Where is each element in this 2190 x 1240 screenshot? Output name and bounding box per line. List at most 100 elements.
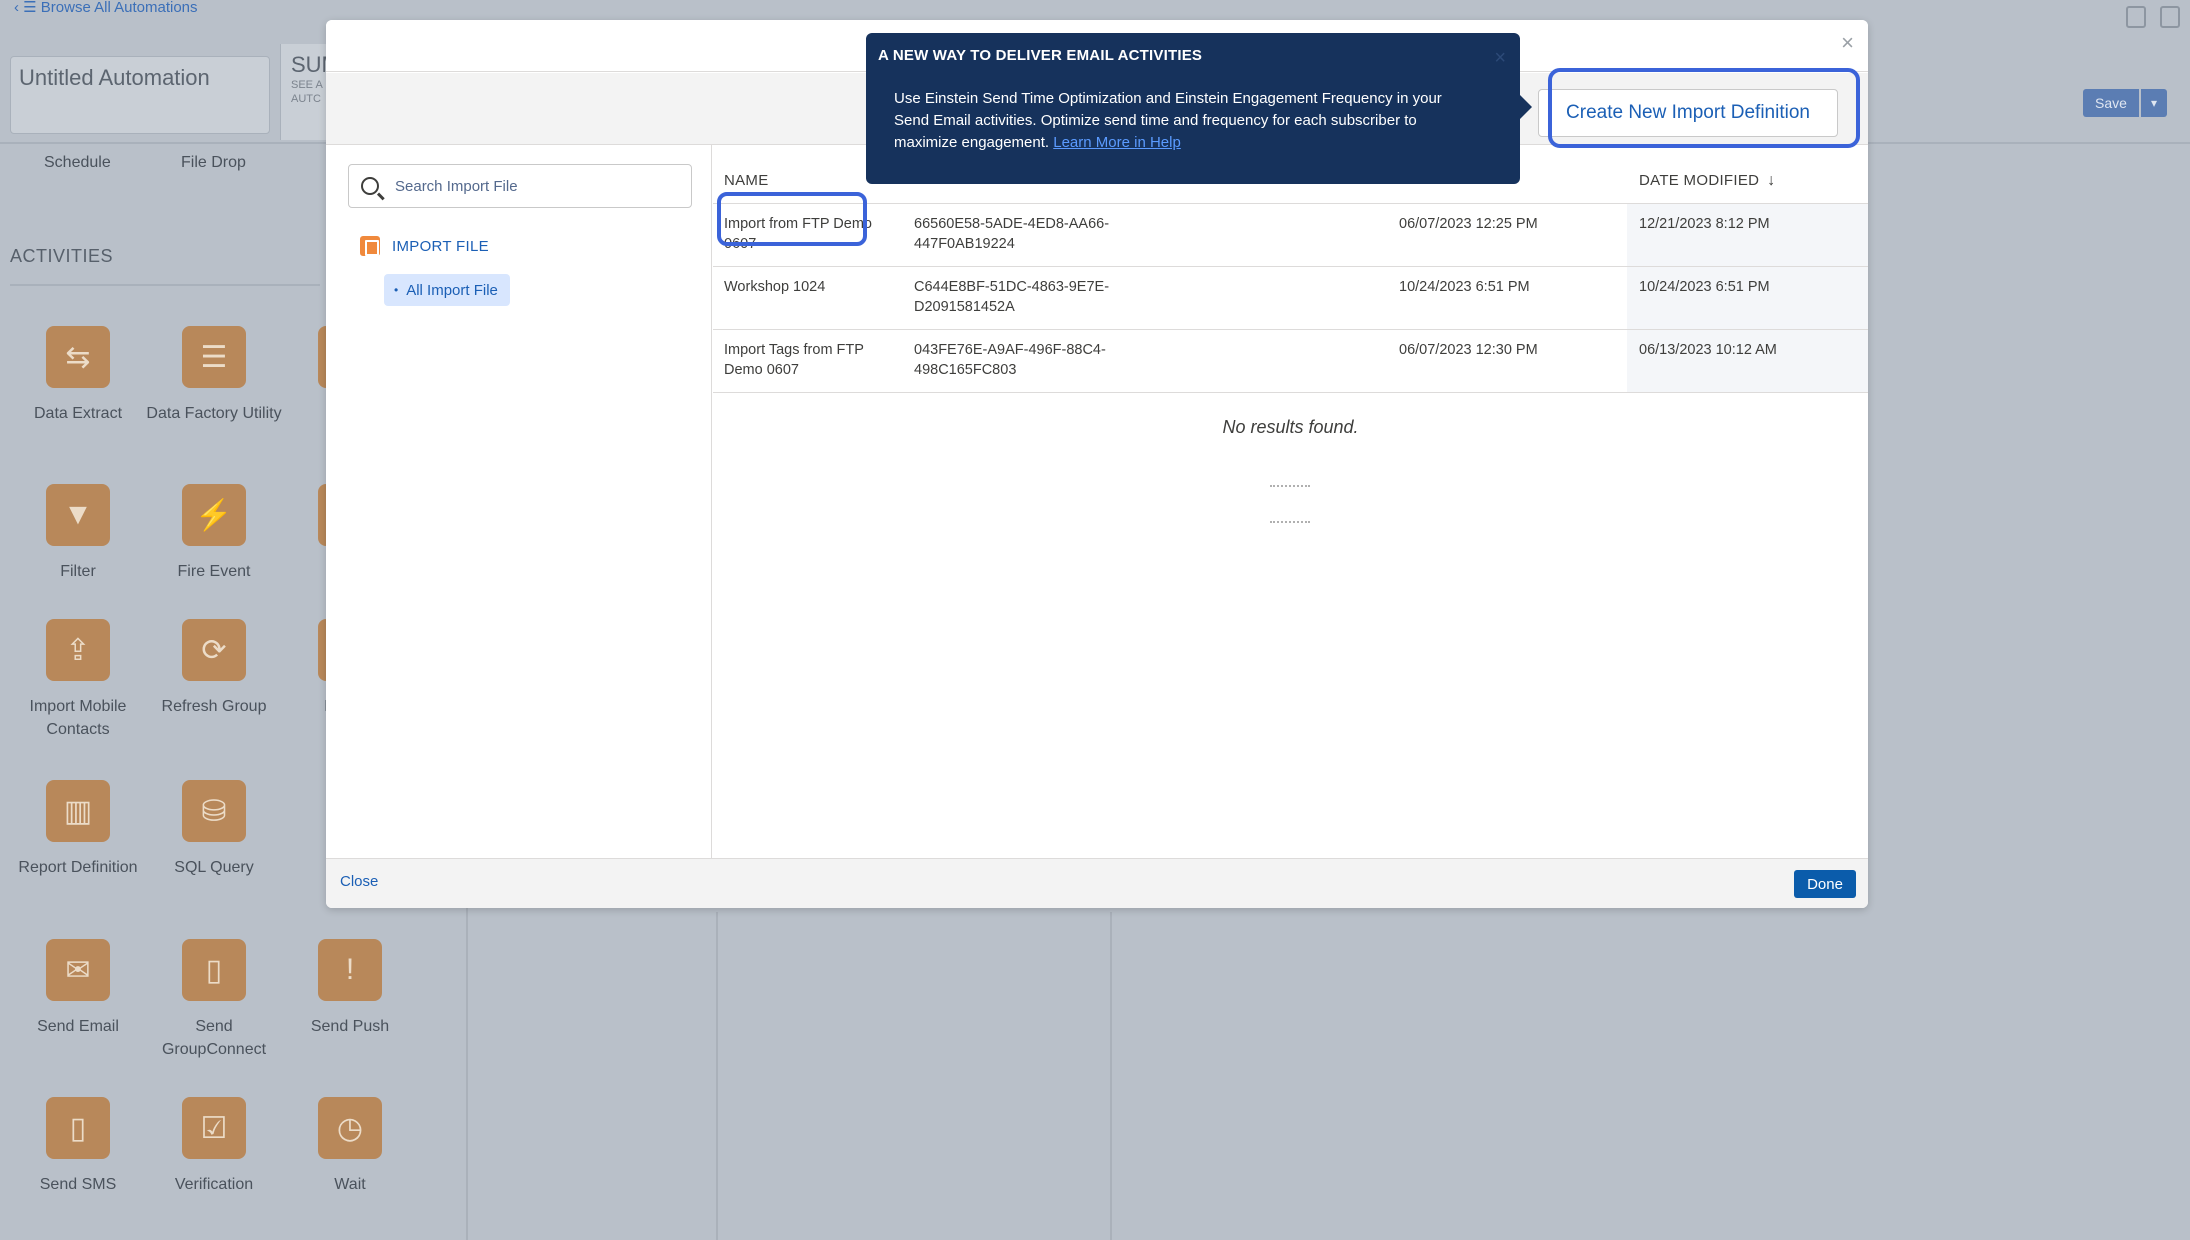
activity-label: Data Extract [33,405,123,422]
activity-label: Send Email [37,1018,119,1035]
activity-label: Import Mobile Contacts [29,698,127,738]
tab-schedule[interactable]: Schedule [44,154,111,172]
close-icon[interactable]: × [1841,30,1854,56]
column-header-label: DATE MODIFIED [1639,172,1760,189]
canvas-column-divider [1110,912,1112,1240]
cell-name[interactable]: Import Tags from FTP Demo 0607 [724,340,899,380]
sql-query-icon: ⛁ [182,780,246,842]
send-sms-icon: ▯ [46,1097,110,1159]
cell-external-key: 043FE76E-A9AF-496F-88C4-498C165FC803 [914,342,1106,378]
wait-icon: ◷ [318,1097,382,1159]
table-row[interactable]: Import Tags from FTP Demo 0607 043FE76E-… [713,330,1868,393]
search-input[interactable]: Search Import File [348,164,692,208]
search-icon [361,177,379,195]
import-definitions-table: NAME DATE MODIFIED ↓ Import from FTP Demo… [713,145,1868,858]
folder-all-import-file[interactable]: • All Import File [384,274,510,306]
activity-import-mobile-contacts[interactable]: ⇪ Import Mobile Contacts [10,619,146,741]
save-dropdown-button[interactable]: ▾ [2141,89,2167,117]
cell-date-modified: 10/24/2023 6:51 PM [1639,279,1770,295]
activity-filter[interactable]: ▼ Filter [10,484,146,583]
activity-data-extract[interactable]: ⇆ Data Extract [10,326,146,425]
popover-close-icon[interactable]: × [1494,47,1506,70]
send-email-icon: ✉ [46,939,110,1001]
back-link-label: Browse All Automations [40,0,198,16]
automation-name-field[interactable]: Untitled Automation [10,56,270,134]
verification-icon: ☑ [182,1097,246,1159]
save-button[interactable]: Save [2083,89,2139,117]
summary-subtext-1: SEE A [291,79,323,91]
table-row[interactable]: Workshop 1024 C644E8BF-51DC-4863-9E7E-D2… [713,267,1868,330]
folder-label: All Import File [406,281,498,299]
bullet-icon: • [394,283,399,297]
modal-footer: Close Done [326,858,1868,908]
popover-body: Use Einstein Send Time Optimization and … [894,88,1454,154]
column-header-name[interactable]: NAME [724,172,769,189]
cell-date-created: 10/24/2023 6:51 PM [1399,279,1530,295]
loading-indicator [1270,485,1310,487]
search-placeholder: Search Import File [395,177,518,195]
done-button[interactable]: Done [1794,870,1856,898]
cell-date-modified: 06/13/2023 10:12 AM [1639,342,1777,358]
summary-subtext-2: AUTC [291,93,321,105]
send-push-icon: ! [318,939,382,1001]
data-factory-icon: ☰ [182,326,246,388]
activity-send-groupconnect[interactable]: ▯ Send GroupConnect [146,939,282,1061]
activity-send-email[interactable]: ✉ Send Email [10,939,146,1038]
activity-refresh-group[interactable]: ⟳ Refresh Group [146,619,282,718]
cell-name[interactable]: Workshop 1024 [724,277,899,297]
popover-caret [1520,95,1532,119]
create-button-highlight [1548,68,1860,148]
activity-wait[interactable]: ◷ Wait [282,1097,418,1196]
filter-icon: ▼ [46,484,110,546]
cell-date-created: 06/07/2023 12:30 PM [1399,342,1538,358]
folder-label: IMPORT FILE [392,237,489,255]
activity-label: Data Factory Utility [146,405,282,422]
activity-verification[interactable]: ☑ Verification [146,1097,282,1196]
copy-icon[interactable] [2126,6,2146,28]
activity-label: Send GroupConnect [161,1018,267,1058]
tab-file-drop[interactable]: File Drop [181,154,246,172]
activity-label: Report Definition [18,859,138,876]
activity-label: Refresh Group [161,698,267,715]
activity-report-definition[interactable]: ▥ Report Definition [10,780,146,879]
sort-descending-icon: ↓ [1767,172,1776,189]
browse-all-automations-link[interactable]: ‹ ☰ Browse All Automations [14,0,198,16]
activity-label: Verification [174,1176,254,1193]
activities-divider [10,284,320,286]
import-file-folder-icon [360,236,380,256]
learn-more-link[interactable]: Learn More in Help [1053,134,1181,151]
data-extract-icon: ⇆ [46,326,110,388]
row-highlight [717,192,867,246]
send-groupconnect-icon: ▯ [182,939,246,1001]
folder-import-file[interactable]: IMPORT FILE [360,236,489,256]
no-results-message: No results found. [1222,417,1359,437]
activity-send-push[interactable]: ! Send Push [282,939,418,1038]
activity-fire-event[interactable]: ⚡ Fire Event [146,484,282,583]
chevron-down-icon: ▾ [2150,96,2158,110]
activity-data-factory-utility[interactable]: ☰ Data Factory Utility [146,326,282,425]
close-button[interactable]: Close [340,873,378,890]
folder-sidebar: Search Import File IMPORT FILE • All Imp… [326,145,712,858]
loading-indicator [1270,521,1310,523]
cell-external-key: 66560E58-5ADE-4ED8-AA66-447F0AB19224 [914,216,1110,252]
activity-send-sms[interactable]: ▯ Send SMS [10,1097,146,1196]
column-header-date-modified[interactable]: DATE MODIFIED ↓ [1639,172,1776,190]
trash-icon[interactable] [2160,6,2180,28]
activity-label: Send Push [310,1018,390,1035]
report-definition-icon: ▥ [46,780,110,842]
activity-label: Fire Event [177,563,251,580]
canvas-column-divider [716,912,718,1240]
fire-event-icon: ⚡ [182,484,246,546]
cell-date-created: 06/07/2023 12:25 PM [1399,216,1538,232]
activity-label: Wait [334,1176,366,1193]
popover-title: A NEW WAY TO DELIVER EMAIL ACTIVITIES [878,47,1203,64]
cell-external-key: C644E8BF-51DC-4863-9E7E-D2091581452A [914,279,1110,315]
table-row[interactable]: Import from FTP Demo 0607 66560E58-5ADE-… [713,204,1868,267]
import-mobile-contacts-icon: ⇪ [46,619,110,681]
feature-announcement-popover: A NEW WAY TO DELIVER EMAIL ACTIVITIES × … [866,33,1520,184]
activity-sql-query[interactable]: ⛁ SQL Query [146,780,282,879]
activities-heading: ACTIVITIES [10,246,114,266]
activity-label: Send SMS [39,1176,117,1193]
summary-title: SUM [291,52,340,77]
refresh-group-icon: ⟳ [182,619,246,681]
